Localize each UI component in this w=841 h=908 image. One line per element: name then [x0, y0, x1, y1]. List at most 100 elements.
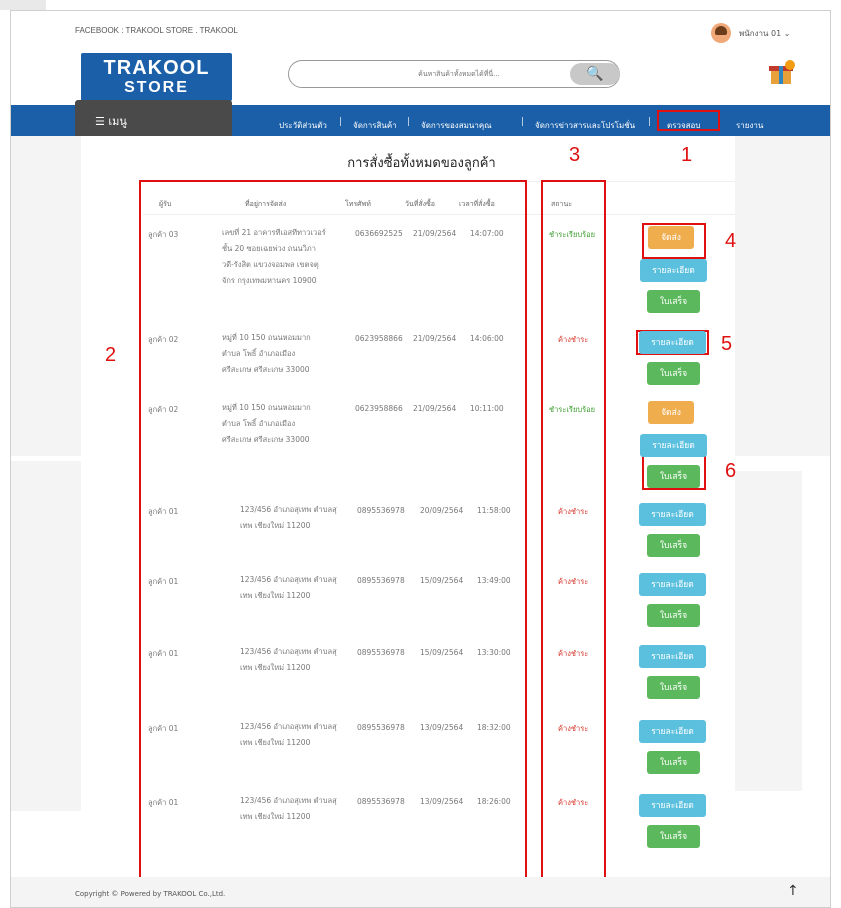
- annotation-number-1: 1: [681, 144, 693, 166]
- menu-button[interactable]: ☰ เมนู: [75, 100, 232, 136]
- annotation-box-2: [139, 180, 527, 892]
- receipt-button[interactable]: ใบเสร็จ: [647, 825, 700, 848]
- cell-date: 15/09/2564: [420, 648, 464, 657]
- status-badge: ค้างชำระ: [558, 724, 589, 733]
- status-badge: ค้างชำระ: [558, 335, 589, 344]
- user-menu[interactable]: พนักงาน 01 ⌄: [739, 27, 790, 40]
- logo-line2: STORE: [124, 79, 189, 96]
- annotation-number-4: 4: [725, 230, 737, 252]
- scroll-top-arrow-icon[interactable]: ↑: [787, 883, 799, 899]
- side-background: [735, 136, 830, 456]
- details-button[interactable]: รายละเอียด: [639, 573, 706, 596]
- receipt-button[interactable]: ใบเสร็จ: [647, 676, 700, 699]
- receipt-button[interactable]: ใบเสร็จ: [647, 534, 700, 557]
- cell-address-line: 123/456 อำเภอสุเทพ ตำบลสุ: [240, 647, 337, 656]
- cell-phone: 0895536978: [357, 723, 405, 732]
- ship-button[interactable]: จัดส่ง: [648, 401, 694, 424]
- cell-date: 13/09/2564: [420, 797, 464, 806]
- cell-date: 20/09/2564: [420, 506, 464, 515]
- table-row: [143, 642, 735, 643]
- receipt-button[interactable]: ใบเสร็จ: [647, 751, 700, 774]
- avatar[interactable]: [711, 23, 731, 43]
- cell-recipient: ลูกค้า 01: [148, 798, 179, 807]
- details-button[interactable]: รายละเอียด: [639, 503, 706, 526]
- annotation-box-1: [657, 110, 720, 131]
- receipt-button[interactable]: ใบเสร็จ: [647, 290, 700, 313]
- page-title: การสั่งซื้อทั้งหมดของลูกค้า: [347, 156, 496, 171]
- receipt-button[interactable]: ใบเสร็จ: [647, 362, 700, 385]
- status-badge: ชำระเรียบร้อย: [549, 230, 596, 239]
- cell-date: 13/09/2564: [420, 723, 464, 732]
- logo-line1: TRAKOOL: [103, 57, 210, 79]
- status-badge: ค้างชำระ: [558, 507, 589, 516]
- cell-address-line: วดี-รังสิต แขวงจอมพล เขตจตุ: [222, 260, 319, 269]
- cell-phone: 0895536978: [357, 797, 405, 806]
- cell-address-line: 123/456 อำเภอสุเทพ ตำบลสุ: [240, 575, 337, 584]
- table-row: [143, 791, 735, 792]
- cell-address-line: 123/456 อำเภอสุเทพ ตำบลสุ: [240, 505, 337, 514]
- side-background: [11, 461, 81, 811]
- nav-news-promotions[interactable]: จัดการข่าวสารและโปรโมชั่น: [535, 119, 635, 132]
- side-background: [11, 136, 81, 456]
- cell-time: 13:49:00: [477, 576, 511, 585]
- details-button[interactable]: รายละเอียด: [639, 331, 706, 354]
- top-bar: FACEBOOK : TRAKOOL STORE . TRAKOOL พนักง…: [11, 11, 830, 47]
- cell-recipient: ลูกค้า 02: [148, 405, 179, 414]
- app-frame: FACEBOOK : TRAKOOL STORE . TRAKOOL พนักง…: [10, 10, 831, 908]
- cell-recipient: ลูกค้า 01: [148, 724, 179, 733]
- cell-address-line: ตำบล โพธิ์ อำเภอเมือง: [222, 419, 296, 428]
- nav-separator: |: [339, 117, 343, 127]
- cell-address-line: เทพ เชียงใหม่ 11200: [240, 591, 311, 600]
- table-row: [143, 500, 735, 501]
- cell-phone: 0895536978: [357, 506, 405, 515]
- cell-address-line: ชั้น 20 ซอยเฉยพ่วง ถนนวิภา: [222, 244, 316, 253]
- nav-products[interactable]: จัดการสินค้า: [353, 119, 397, 132]
- facebook-text: FACEBOOK : TRAKOOL STORE . TRAKOOL: [75, 26, 238, 35]
- cell-address-line: เทพ เชียงใหม่ 11200: [240, 521, 311, 530]
- browser-tab-stub: [0, 0, 46, 10]
- ship-button[interactable]: จัดส่ง: [648, 226, 694, 249]
- cell-date: 15/09/2564: [420, 576, 464, 585]
- cell-phone: 0636692525: [355, 229, 403, 238]
- cell-recipient: ลูกค้า 02: [148, 335, 179, 344]
- status-badge: ค้างชำระ: [558, 798, 589, 807]
- status-badge: ค้างชำระ: [558, 577, 589, 586]
- cell-time: 11:58:00: [477, 506, 511, 515]
- gift-cart-icon[interactable]: [767, 58, 797, 88]
- status-badge: ชำระเรียบร้อย: [549, 405, 596, 414]
- side-background: [735, 471, 802, 791]
- details-button[interactable]: รายละเอียด: [639, 720, 706, 743]
- annotation-box-3: [541, 180, 606, 892]
- receipt-button[interactable]: ใบเสร็จ: [647, 604, 700, 627]
- cell-recipient: ลูกค้า 01: [148, 507, 179, 516]
- cell-address-line: หมู่ที่ 10 150 ถนนหอมมาก: [222, 403, 311, 412]
- cell-time: 13:30:00: [477, 648, 511, 657]
- cell-date: 21/09/2564: [413, 334, 457, 343]
- cell-address-line: 123/456 อำเภอสุเทพ ตำบลสุ: [240, 722, 337, 731]
- cell-time: 18:26:00: [477, 797, 511, 806]
- details-button[interactable]: รายละเอียด: [640, 434, 707, 457]
- table-row: [143, 398, 735, 399]
- cell-date: 21/09/2564: [413, 229, 457, 238]
- nav-premiums[interactable]: จัดการของสมนาคุณ: [421, 119, 492, 132]
- cell-time: 18:32:00: [477, 723, 511, 732]
- details-button[interactable]: รายละเอียด: [639, 645, 706, 668]
- cell-address-line: ศรีสะเกษ ศรีสะเกษ 33000: [222, 435, 310, 444]
- cell-recipient: ลูกค้า 01: [148, 649, 179, 658]
- nav-separator: |: [521, 117, 525, 127]
- details-button[interactable]: รายละเอียด: [639, 794, 706, 817]
- cell-phone: 0895536978: [357, 576, 405, 585]
- table-row: [143, 717, 735, 718]
- copyright-text: Copyright © Powered by TRAKOOL Co.,Ltd.: [75, 890, 226, 898]
- search-input[interactable]: [289, 61, 569, 87]
- receipt-button[interactable]: ใบเสร็จ: [647, 465, 700, 488]
- details-button[interactable]: รายละเอียด: [640, 259, 707, 282]
- store-logo[interactable]: TRAKOOL STORE: [81, 53, 232, 101]
- cell-address-line: 123/456 อำเภอสุเทพ ตำบลสุ: [240, 796, 337, 805]
- cell-address-line: เลขที่ 21 อาคารทีเอสทีทาวเวอร์: [222, 228, 326, 237]
- annotation-number-5: 5: [721, 333, 733, 355]
- nav-separator: |: [407, 117, 411, 127]
- nav-profile[interactable]: ประวัติส่วนตัว: [279, 119, 327, 132]
- nav-report[interactable]: รายงาน: [736, 119, 763, 132]
- search-button[interactable]: 🔍: [570, 63, 620, 85]
